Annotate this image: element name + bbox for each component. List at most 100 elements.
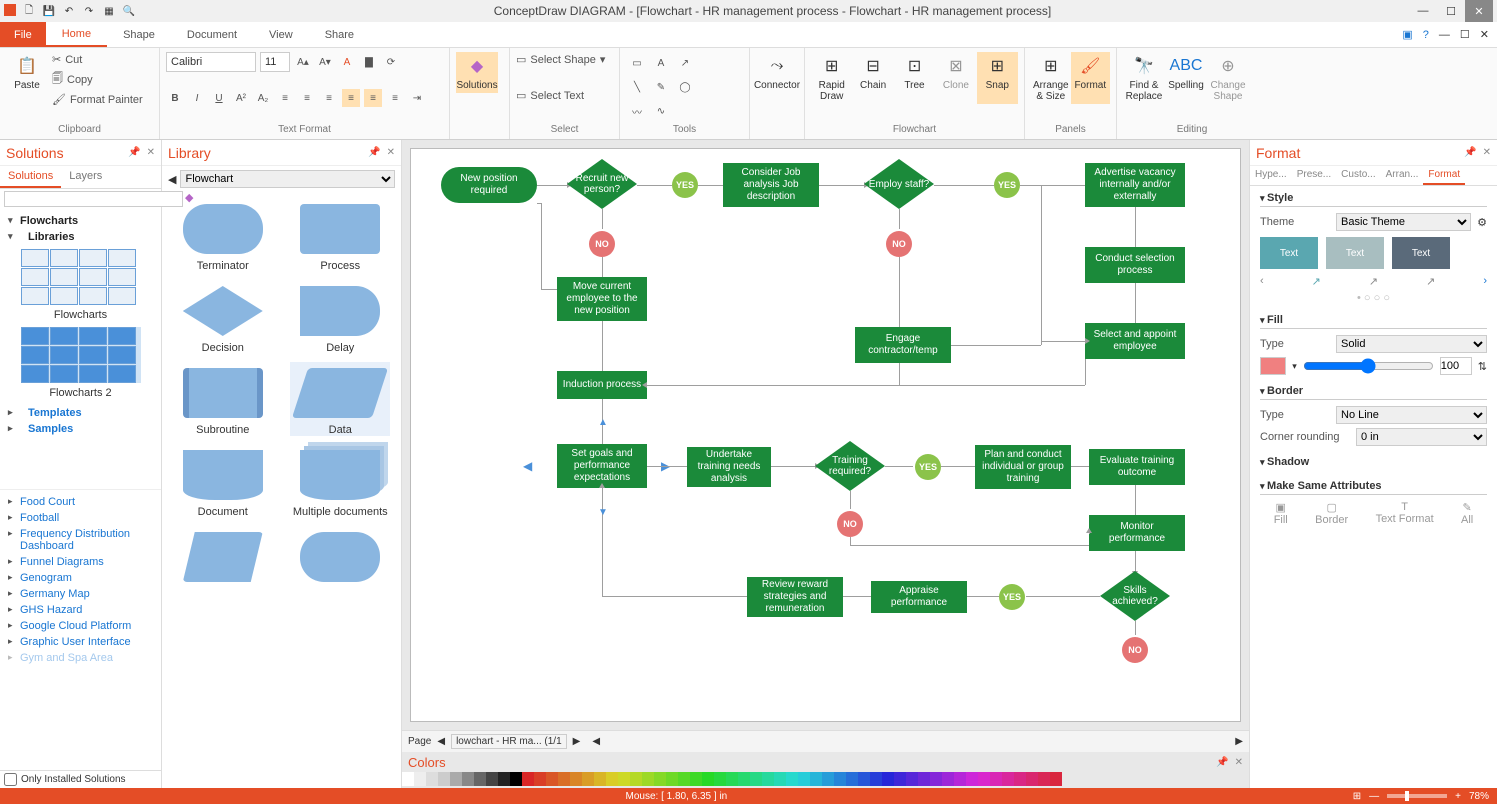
minimize-icon[interactable]: — bbox=[1409, 0, 1437, 22]
fmt-tab-hype[interactable]: Hype... bbox=[1250, 166, 1292, 185]
file-menu[interactable]: File bbox=[0, 22, 46, 47]
library-select[interactable]: Flowchart bbox=[180, 170, 395, 188]
node-skills[interactable]: Skills achieved? bbox=[1100, 571, 1170, 621]
tab-view[interactable]: View bbox=[253, 22, 309, 47]
redo-icon[interactable]: ↷ bbox=[82, 4, 96, 18]
node-select-app[interactable]: Select and appoint employee bbox=[1085, 323, 1185, 359]
tree-flowcharts[interactable]: Flowcharts bbox=[4, 213, 157, 229]
help-icon[interactable]: ? bbox=[1423, 29, 1429, 41]
font-color-icon[interactable]: A bbox=[338, 53, 356, 71]
node-conduct-sel[interactable]: Conduct selection process bbox=[1085, 247, 1185, 283]
same-fill-button[interactable]: ▣Fill bbox=[1274, 501, 1288, 526]
node-employ[interactable]: Employ staff? bbox=[864, 159, 934, 209]
fill-stepper-icon[interactable]: ⇅ bbox=[1478, 360, 1487, 373]
fill-percent-input[interactable] bbox=[1440, 357, 1472, 375]
theme-gear-icon[interactable]: ⚙ bbox=[1477, 216, 1487, 229]
cat-funnel[interactable]: Funnel Diagrams bbox=[4, 554, 157, 570]
tool-bezier-icon[interactable]: ∿ bbox=[652, 102, 670, 120]
search-icon[interactable]: 🔍 bbox=[122, 4, 136, 18]
align-top-icon[interactable]: ≡ bbox=[342, 89, 360, 107]
cat-football[interactable]: Football bbox=[4, 510, 157, 526]
node-evaluate[interactable]: Evaluate training outcome bbox=[1089, 449, 1185, 485]
cat-gui[interactable]: Graphic User Interface bbox=[4, 634, 157, 650]
format-panel-button[interactable]: 🖌Format bbox=[1071, 52, 1110, 104]
solutions-button[interactable]: ◆Solutions bbox=[456, 52, 498, 93]
shape-misc2[interactable] bbox=[290, 526, 390, 588]
maximize-icon[interactable]: ☐ bbox=[1437, 0, 1465, 22]
same-text-button[interactable]: TText Format bbox=[1376, 501, 1434, 526]
only-installed-checkbox[interactable] bbox=[4, 773, 17, 786]
close-panel-icon[interactable]: ✕ bbox=[147, 147, 155, 158]
close-icon[interactable]: ✕ bbox=[1465, 0, 1493, 22]
node-monitor[interactable]: Monitor performance bbox=[1089, 515, 1185, 551]
copy-button[interactable]: 🗐 Copy bbox=[52, 69, 143, 90]
shapeset-flowcharts2[interactable] bbox=[21, 327, 141, 383]
solutions-search-input[interactable] bbox=[4, 191, 183, 207]
node-appraise[interactable]: Appraise performance bbox=[871, 581, 967, 613]
shape-process[interactable]: Process bbox=[290, 198, 390, 272]
layers-tab[interactable]: Layers bbox=[61, 166, 110, 188]
cat-germany[interactable]: Germany Map bbox=[4, 586, 157, 602]
corner-rounding-select[interactable]: 0 in bbox=[1356, 428, 1487, 446]
shapeset-flowcharts[interactable] bbox=[21, 249, 141, 305]
tree-templates[interactable]: Templates bbox=[4, 405, 157, 421]
node-induction[interactable]: Induction process bbox=[557, 371, 647, 399]
zoom-slider[interactable] bbox=[1387, 794, 1447, 798]
color-swatches[interactable] bbox=[402, 772, 1249, 788]
node-set-goals[interactable]: Set goals and performance expectations bbox=[557, 444, 647, 488]
theme-select[interactable]: Basic Theme bbox=[1336, 213, 1471, 231]
same-all-button[interactable]: ✎All bbox=[1461, 501, 1473, 526]
zoom-out-icon[interactable]: — bbox=[1369, 791, 1379, 802]
pin-icon[interactable]: 📌 bbox=[128, 147, 140, 158]
node-undertake[interactable]: Undertake training needs analysis bbox=[687, 447, 771, 487]
theme-swatch-1[interactable]: Text bbox=[1260, 237, 1318, 269]
align-right-icon[interactable]: ≡ bbox=[320, 89, 338, 107]
tab-share[interactable]: Share bbox=[309, 22, 370, 47]
node-consider[interactable]: Consider Job analysis Job description bbox=[723, 163, 819, 207]
fill-color-swatch[interactable] bbox=[1260, 357, 1286, 375]
colors-pin-icon[interactable]: 📌 bbox=[1216, 757, 1228, 768]
scroll-left-icon[interactable]: ◀ bbox=[592, 736, 600, 747]
window-icon[interactable]: ▣ bbox=[1402, 28, 1412, 41]
node-training[interactable]: Training required? bbox=[815, 441, 885, 491]
same-border-button[interactable]: ▢Border bbox=[1315, 501, 1348, 526]
rapid-draw-button[interactable]: ⊞Rapid Draw bbox=[811, 52, 852, 104]
grid-icon[interactable]: ▦ bbox=[102, 4, 116, 18]
lib-prev-icon[interactable]: ◀ bbox=[168, 173, 176, 186]
fmt-tab-arran[interactable]: Arran... bbox=[1381, 166, 1424, 185]
shape-multi-docs[interactable]: Multiple documents bbox=[290, 444, 390, 518]
tool-arrow-icon[interactable]: ↗ bbox=[676, 54, 694, 72]
node-advertise[interactable]: Advertise vacancy internally and/or exte… bbox=[1085, 163, 1185, 207]
tool-curve-icon[interactable]: 〰 bbox=[628, 102, 646, 120]
node-review[interactable]: Review reward strategies and remuneratio… bbox=[747, 577, 843, 617]
fmt-pin-icon[interactable]: 📌 bbox=[1464, 147, 1476, 158]
cat-gym[interactable]: Gym and Spa Area bbox=[4, 650, 157, 666]
subscript-icon[interactable]: A₂ bbox=[254, 89, 272, 107]
shape-decision[interactable]: Decision bbox=[173, 280, 273, 354]
cut-button[interactable]: ✂ Cut bbox=[52, 52, 143, 67]
page-next-icon[interactable]: ▶ bbox=[573, 736, 581, 747]
align-center-icon[interactable]: ≡ bbox=[298, 89, 316, 107]
new-icon[interactable]: 🗋 bbox=[22, 4, 36, 18]
shape-terminator[interactable]: Terminator bbox=[173, 198, 273, 272]
clone-button[interactable]: ⊠Clone bbox=[935, 52, 976, 104]
tab-document[interactable]: Document bbox=[171, 22, 253, 47]
tool-line-icon[interactable]: ╲ bbox=[628, 78, 646, 96]
cat-genogram[interactable]: Genogram bbox=[4, 570, 157, 586]
sub-min-icon[interactable]: — bbox=[1439, 29, 1450, 41]
tree-button[interactable]: ⊡Tree bbox=[894, 52, 935, 104]
border-type-select[interactable]: No Line bbox=[1336, 406, 1487, 424]
tab-shape[interactable]: Shape bbox=[107, 22, 171, 47]
theme-swatch-3[interactable]: Text bbox=[1392, 237, 1450, 269]
shape-delay[interactable]: Delay bbox=[290, 280, 390, 354]
tool-pen-icon[interactable]: ✎ bbox=[652, 78, 670, 96]
snap-button[interactable]: ⊞Snap bbox=[977, 52, 1018, 104]
status-icon[interactable]: ⊞ bbox=[1353, 791, 1361, 802]
tab-home[interactable]: Home bbox=[46, 22, 107, 47]
cat-ghs[interactable]: GHS Hazard bbox=[4, 602, 157, 618]
tree-libraries[interactable]: Libraries bbox=[4, 229, 157, 245]
save-icon[interactable]: 💾 bbox=[42, 4, 56, 18]
page-prev-icon[interactable]: ◀ bbox=[437, 736, 445, 747]
fill-opacity-slider[interactable] bbox=[1303, 357, 1434, 375]
align-middle-icon[interactable]: ≡ bbox=[364, 89, 382, 107]
